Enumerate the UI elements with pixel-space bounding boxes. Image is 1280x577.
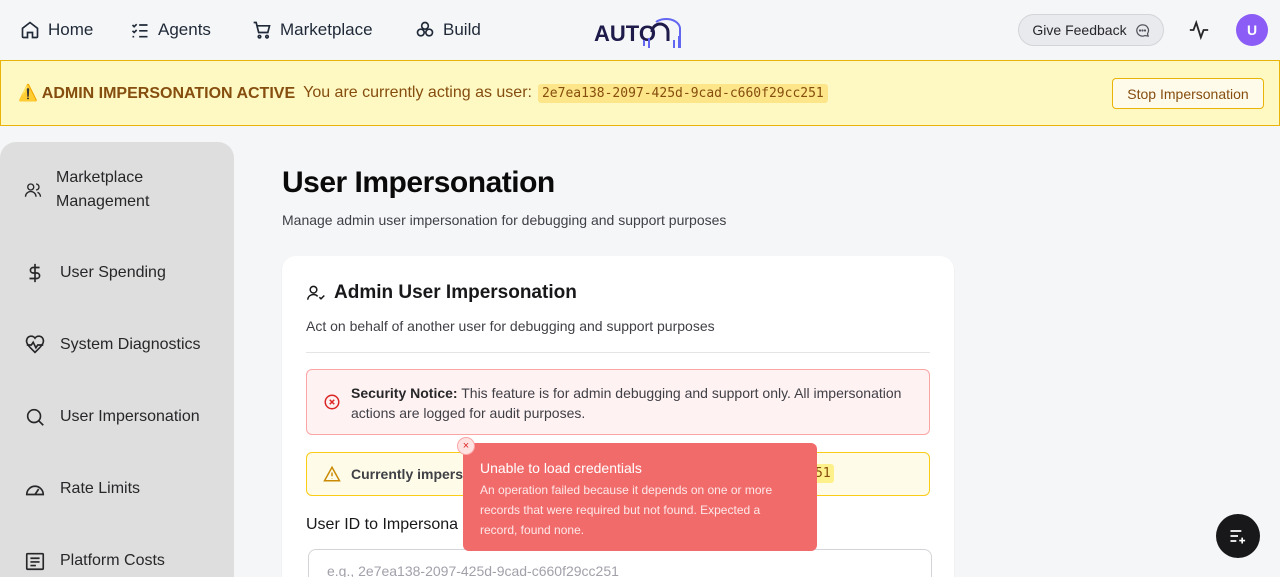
sidebar-item-label: Rate Limits [60,480,141,497]
svg-text:AUTO: AUTO [594,21,656,46]
user-id-input[interactable] [308,549,932,577]
blocks-icon [416,21,434,37]
give-feedback-label: Give Feedback [1032,22,1127,38]
security-notice: Security Notice: This feature is for adm… [306,369,930,435]
message-icon [1135,23,1149,37]
autogpt-logo[interactable]: AUTO [594,10,686,50]
search-icon [26,408,44,426]
floating-action-button[interactable] [1216,514,1260,558]
banner-user-id: 2e7ea138-2097-425d-9cad-c660f29cc251 [537,83,828,103]
sidebar-item-label: User Spending [60,264,166,281]
sidebar-item-user-impersonation[interactable]: User Impersonation [24,406,200,428]
security-notice-bold: Security Notice: [351,385,458,401]
nav-build[interactable]: Build [415,17,481,43]
list-check-icon [131,23,148,38]
heart-pulse-icon [25,335,45,354]
list-plus-icon [1230,530,1246,544]
dollar-icon [29,263,41,283]
sidebar-item-label: Platform Costs [60,552,165,569]
nav-agents[interactable]: Agents [130,17,211,43]
current-impersonation-label: Currently impers [351,466,464,482]
warning-icon [323,465,341,482]
nav-build-label: Build [443,20,481,39]
nav-home-label: Home [48,20,94,39]
banner-text: You are currently acting as user: [303,84,532,101]
nav-agents-label: Agents [158,20,211,39]
top-navigation: Home Agents Marketplace Build AUTO Give … [0,0,1280,60]
error-toast: × Unable to load credentials An operatio… [457,437,817,551]
users-icon [24,183,42,197]
toast-body: An operation failed because it depends o… [480,483,773,537]
card-title-text: Admin User Impersonation [334,282,577,303]
sidebar-item-label: System Diagnostics [60,336,201,353]
security-notice-text: Security Notice: This feature is for adm… [351,383,911,423]
x-circle-icon [324,394,340,410]
card-title: Admin User Impersonation [306,282,577,304]
toast-title: Unable to load credentials [480,460,642,476]
divider [306,352,930,353]
gauge-icon [25,485,45,496]
sidebar-item-platform-costs[interactable]: Platform Costs [24,550,165,572]
home-icon [21,21,39,39]
stop-impersonation-button[interactable]: Stop Impersonation [1112,78,1264,109]
page-title: User Impersonation [282,166,555,199]
nav-marketplace[interactable]: Marketplace [252,17,373,43]
cart-icon [253,21,271,39]
sidebar-item-rate-limits[interactable]: Rate Limits [24,478,140,500]
page-subtitle: Manage admin user impersonation for debu… [282,212,727,228]
nav-home[interactable]: Home [20,17,93,43]
user-check-icon [306,285,325,300]
receipt-icon [25,552,45,571]
user-avatar[interactable]: U [1236,14,1268,46]
user-id-label: User ID to Impersona [306,516,459,533]
sidebar-item-label: Marketplace Management [56,169,150,210]
give-feedback-button[interactable]: Give Feedback [1018,14,1164,46]
impersonation-banner: ⚠️ ADMIN IMPERSONATION ACTIVE You are cu… [0,60,1280,126]
activity-icon[interactable] [1188,19,1210,41]
card-description: Act on behalf of another user for debugg… [306,318,715,334]
sidebar-item-marketplace-management[interactable]: Marketplace Management [24,166,186,214]
sidebar-item-system-diagnostics[interactable]: System Diagnostics [24,334,201,356]
toast-close-button[interactable]: × [457,437,475,455]
nav-marketplace-label: Marketplace [280,20,373,39]
banner-title: ⚠️ ADMIN IMPERSONATION ACTIVE [18,85,296,102]
sidebar-item-label: User Impersonation [60,408,200,425]
sidebar-item-user-spending[interactable]: User Spending [24,262,166,284]
admin-sidebar: Marketplace Management User Spending Sys… [0,142,234,577]
